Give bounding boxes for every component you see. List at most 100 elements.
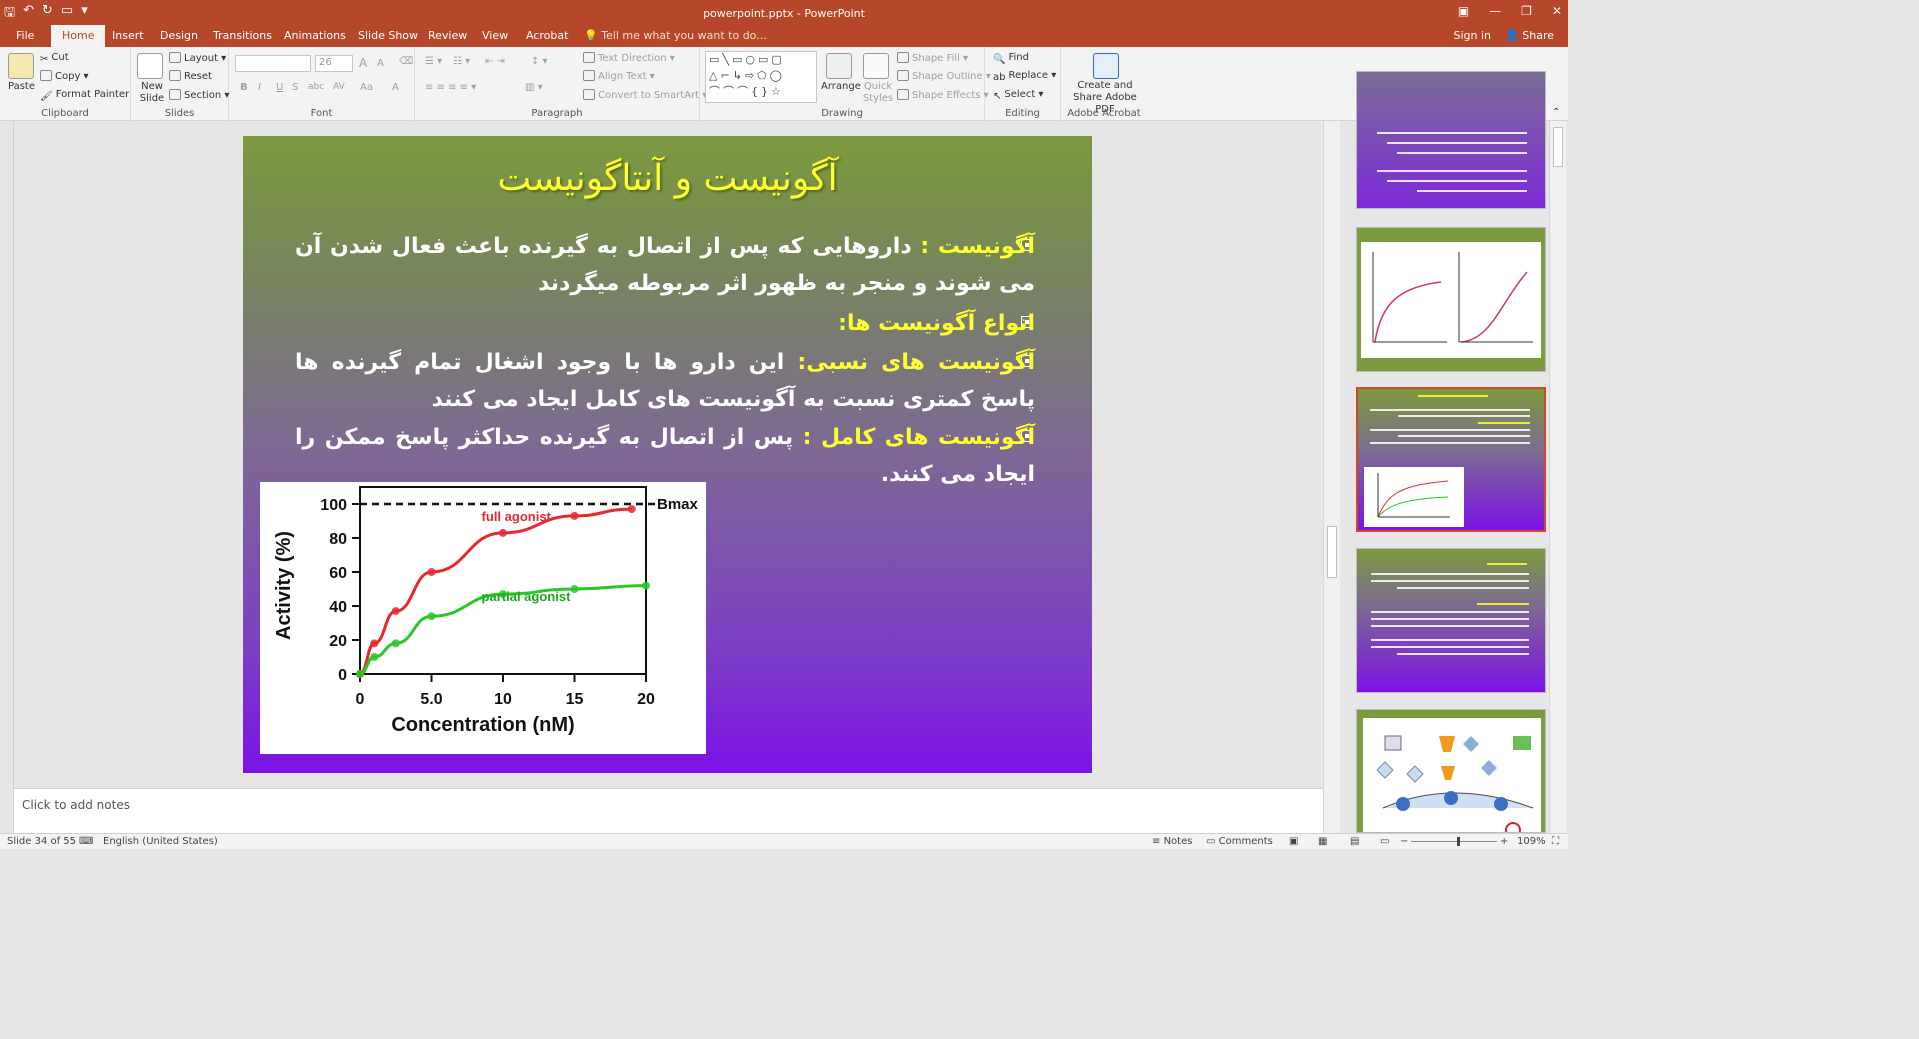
- paste-icon[interactable]: [8, 53, 34, 79]
- quick-styles-icon[interactable]: [863, 53, 889, 79]
- arrange-icon[interactable]: [826, 53, 852, 79]
- shadow-button[interactable]: S: [292, 82, 298, 93]
- spellcheck-icon[interactable]: ⌨: [79, 836, 93, 847]
- zoom-slider-thumb[interactable]: [1457, 837, 1460, 846]
- shrink-font-button[interactable]: A: [377, 58, 384, 69]
- bullet-partial-agonist[interactable]: آگونیست های نسبی: این دارو ها با وجود اش…: [295, 344, 1035, 418]
- zoom-level[interactable]: 109%: [1517, 836, 1546, 847]
- tab-view[interactable]: View: [482, 29, 508, 42]
- ribbon-display-icon[interactable]: ▣: [1458, 4, 1469, 18]
- sign-in-link[interactable]: Sign in: [1454, 29, 1492, 42]
- bullet-agonist[interactable]: آگونیست : داروهایی که پس از اتصال به گیر…: [295, 228, 1035, 302]
- normal-view-icon[interactable]: ▣: [1289, 836, 1298, 847]
- thumb-text-line: [1417, 190, 1527, 192]
- scroll-thumb[interactable]: [1327, 526, 1337, 578]
- new-slide-icon[interactable]: [137, 53, 163, 79]
- shape-outline-button[interactable]: Shape Outline ▾: [897, 70, 991, 82]
- slideshow-icon[interactable]: ▭: [1380, 836, 1389, 847]
- numbering-icon[interactable]: ☷ ▾: [453, 56, 470, 67]
- notes-pane[interactable]: Click to add notes: [14, 788, 1323, 833]
- align-text-button[interactable]: Align Text ▾: [583, 70, 655, 82]
- tell-me-search[interactable]: 💡 Tell me what you want to do...: [584, 29, 767, 42]
- pdf-icon[interactable]: [1093, 53, 1119, 79]
- editing-label: Editing: [1005, 108, 1040, 119]
- tab-animations[interactable]: Animations: [284, 29, 346, 42]
- shape-fill-button[interactable]: Shape Fill ▾: [897, 52, 968, 64]
- paragraph-group: ☰ ▾ ☷ ▾ ⇤ ⇥ ↕ ▾ ≡ ≡ ≡ ≡ ▾ ▥ ▾ Text Direc…: [415, 47, 707, 121]
- clear-format-icon[interactable]: ⌫: [399, 56, 413, 67]
- thumbnail-slide-33[interactable]: [1356, 227, 1546, 372]
- tab-design[interactable]: Design: [160, 29, 198, 42]
- tab-transitions[interactable]: Transitions: [213, 29, 272, 42]
- underline-button[interactable]: U: [276, 82, 283, 93]
- select-button[interactable]: ↖ Select ▾: [993, 89, 1043, 102]
- font-name-input[interactable]: [235, 55, 311, 72]
- zoom-slider[interactable]: [1411, 841, 1497, 842]
- effects-icon: [897, 89, 909, 100]
- thumbnail-scrollbar[interactable]: [1549, 121, 1566, 833]
- slide-sorter-icon[interactable]: ▦: [1318, 836, 1327, 847]
- ribbon-tabs: File Home Insert Design Transitions Anim…: [0, 25, 1568, 47]
- fit-slide-icon[interactable]: ⛶: [1552, 836, 1559, 847]
- collapse-ribbon-icon[interactable]: ⌃: [1552, 107, 1560, 118]
- comments-toggle[interactable]: ▭ Comments: [1206, 836, 1273, 847]
- slide-title[interactable]: آگونیست و آنتاگونیست: [243, 158, 1092, 199]
- italic-button[interactable]: I: [258, 82, 261, 93]
- tab-review[interactable]: Review: [428, 29, 467, 42]
- shape-effects-button[interactable]: Shape Effects ▾: [897, 89, 989, 101]
- replace-button[interactable]: ab Replace ▾: [993, 70, 1056, 83]
- chart-image[interactable]: Bmax 0 20 40 60 80 100 0 5.0 10 15 20 Concentration …: [260, 482, 706, 754]
- thumbnail-slide-36[interactable]: [1356, 709, 1546, 833]
- notes-placeholder: Click to add notes: [22, 798, 130, 812]
- section-button[interactable]: Section ▾: [169, 89, 229, 101]
- convert-smartart-button[interactable]: Convert to SmartArt ▾: [583, 89, 707, 101]
- cut-button[interactable]: ✂ Cut: [40, 52, 69, 65]
- tab-home[interactable]: Home: [51, 25, 106, 47]
- format-painter-button[interactable]: 🖌 Format Painter: [40, 89, 129, 102]
- copy-button[interactable]: Copy ▾: [40, 70, 89, 82]
- font-size-input[interactable]: 26: [315, 55, 353, 72]
- change-case-button[interactable]: Aa: [360, 82, 373, 93]
- line-spacing-icon[interactable]: ↕ ▾: [531, 56, 548, 67]
- thumbnail-slide-35[interactable]: [1356, 548, 1546, 693]
- char-spacing-button[interactable]: AV: [333, 82, 345, 92]
- zoom-out-button[interactable]: −: [1400, 836, 1408, 847]
- tab-insert[interactable]: Insert: [112, 29, 144, 42]
- restore-icon[interactable]: ❐: [1521, 4, 1532, 18]
- bold-button[interactable]: B: [240, 82, 248, 93]
- close-icon[interactable]: ✕: [1552, 4, 1562, 18]
- slide-canvas[interactable]: آگونیست و آنتاگونیست آگونیست : داروهایی …: [243, 136, 1092, 773]
- thumbnail-slide-34[interactable]: [1356, 387, 1546, 532]
- shapes-gallery[interactable]: ▭╲▭○▭▢ △⌐↳⇨⬠◯ ⌒⌒⌒{}☆: [705, 51, 817, 103]
- columns-icon[interactable]: ▥ ▾: [525, 82, 543, 93]
- vertical-scrollbar[interactable]: [1323, 121, 1340, 833]
- font-color-button[interactable]: A: [392, 82, 399, 93]
- language-indicator[interactable]: English (United States): [103, 836, 218, 847]
- share-button[interactable]: 👤 Share: [1505, 29, 1554, 42]
- data-point: [370, 653, 379, 661]
- arrange-button[interactable]: Arrange: [821, 81, 861, 92]
- bullet-agonist-types[interactable]: انواع آگونیست ها:: [295, 305, 1035, 342]
- reading-view-icon[interactable]: ▤: [1350, 836, 1359, 847]
- quick-styles-button[interactable]: Quick Styles: [860, 81, 896, 105]
- thumbnail-scroll-thumb[interactable]: [1553, 127, 1563, 167]
- tab-file[interactable]: File: [16, 29, 34, 42]
- align-buttons[interactable]: ≡ ≡ ≡ ≡ ▾: [425, 82, 476, 93]
- grow-font-button[interactable]: A: [359, 56, 367, 70]
- zoom-in-button[interactable]: +: [1500, 836, 1508, 847]
- tab-acrobat[interactable]: Acrobat: [526, 29, 568, 42]
- notes-toggle[interactable]: ≡ Notes: [1152, 836, 1192, 847]
- text-direction-button[interactable]: Text Direction ▾: [583, 52, 675, 64]
- layout-button[interactable]: Layout ▾: [169, 52, 226, 64]
- find-button[interactable]: 🔍 Find: [993, 52, 1029, 65]
- strikethrough-button[interactable]: abc: [308, 82, 324, 92]
- paste-button[interactable]: Paste: [8, 81, 35, 92]
- tab-slide-show[interactable]: Slide Show: [358, 29, 418, 42]
- bullets-icon[interactable]: ☰ ▾: [425, 56, 442, 67]
- reset-button[interactable]: Reset: [169, 70, 212, 82]
- thumb-diagram-shapes: [1376, 735, 1534, 832]
- new-slide-button[interactable]: New Slide: [137, 81, 167, 105]
- thumbnail-slide-32[interactable]: [1356, 71, 1546, 209]
- indent-icon[interactable]: ⇤ ⇥: [485, 56, 505, 67]
- minimize-icon[interactable]: —: [1489, 4, 1501, 18]
